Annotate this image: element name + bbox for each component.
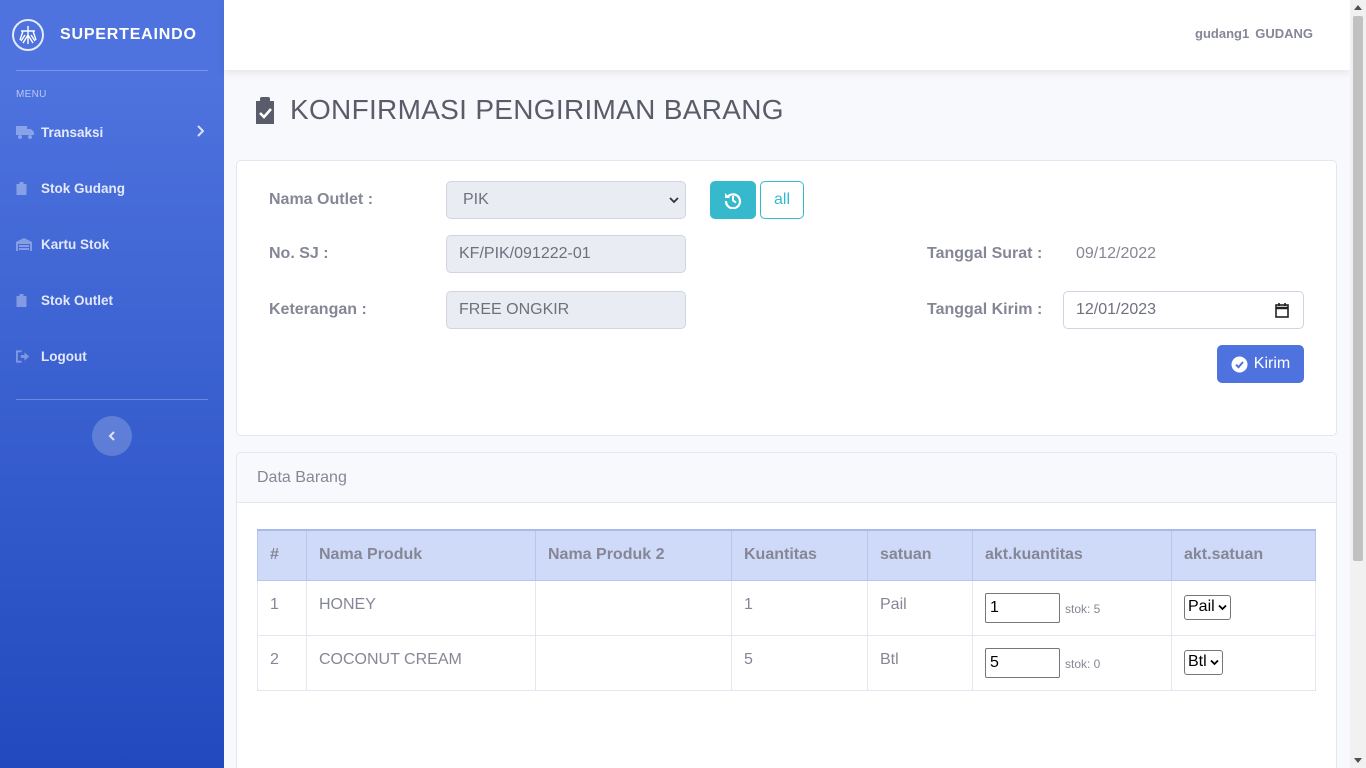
actual-quantity-input[interactable]: 5	[985, 647, 1060, 678]
page-title: KONFIRMASI PENGIRIMAN BARANG	[290, 94, 784, 125]
sj-field[interactable]: KF/PIK/091222-01	[446, 235, 686, 273]
sidebar-divider	[16, 70, 208, 71]
tanggal-surat-value: 09/12/2022	[1076, 245, 1157, 262]
actual-quantity-cell: 5 stok: 0	[972, 634, 1172, 691]
kirim-button[interactable]: Kirim	[1217, 345, 1304, 383]
product-name-2	[535, 634, 732, 691]
sign-out-icon	[16, 349, 34, 363]
actual-quantity-input[interactable]: 1	[985, 592, 1060, 623]
actual-quantity-cell: 1 stok: 5	[972, 579, 1172, 636]
product-name-2	[535, 579, 732, 636]
sidebar-item-label: Transaksi	[41, 124, 104, 140]
sidebar-item-label: Logout	[41, 348, 87, 364]
scrollbar-thumb[interactable]	[1353, 16, 1363, 561]
sidebar-item-stok-gudang[interactable]: Stok Gudang	[16, 176, 208, 200]
quantity: 5	[731, 634, 868, 691]
tanggal-kirim-label: Tanggal Kirim :	[927, 301, 1043, 318]
column-header: Nama Produk 2	[535, 529, 732, 581]
page-header: KONFIRMASI PENGIRIMAN BARANG	[254, 94, 784, 126]
all-button[interactable]: all	[760, 181, 804, 219]
column-header: akt.kuantitas	[972, 529, 1172, 581]
truck-icon	[16, 125, 34, 139]
warehouse-icon	[16, 237, 34, 251]
scroll-up-arrow-icon[interactable]	[1354, 5, 1362, 10]
sidebar: SUPERTEAINDO MENU Transaksi Stok Gudang …	[0, 0, 224, 768]
actual-unit-cell: Btl	[1171, 634, 1316, 691]
outlet-select-value: PIK	[463, 191, 489, 208]
sidebar-item-label: Kartu Stok	[41, 236, 110, 252]
sidebar-item-label: Stok Outlet	[41, 292, 114, 308]
brand-name: SUPERTEAINDO	[60, 26, 197, 43]
table-header-row: # Nama Produk Nama Produk 2 Kuantitas sa…	[257, 529, 1316, 581]
tanggal-surat-label: Tanggal Surat :	[927, 245, 1043, 262]
unit: Btl	[867, 634, 973, 691]
user-menu[interactable]: gudang1 GUDANG	[1195, 26, 1313, 41]
calendar-icon	[1275, 302, 1289, 318]
clipboard-icon	[16, 293, 34, 307]
actual-unit-value: Btl	[1188, 653, 1207, 670]
stock-note: stok: 5	[1065, 601, 1101, 616]
actual-unit-select[interactable]: Pail	[1184, 594, 1231, 620]
sidebar-divider	[16, 399, 208, 400]
tanggal-kirim-input[interactable]: 12/01/2023	[1063, 291, 1304, 329]
tanggal-kirim-value: 12/01/2023	[1076, 301, 1157, 318]
data-table: # Nama Produk Nama Produk 2 Kuantitas sa…	[257, 529, 1316, 691]
username: gudang1	[1195, 26, 1250, 41]
quantity: 1	[731, 579, 868, 636]
table-row: 2 COCONUT CREAM 5 Btl 5 stok: 0 Btl	[257, 634, 1316, 691]
brand-logo-icon	[12, 19, 44, 51]
column-header: satuan	[867, 529, 973, 581]
chevron-left-icon	[108, 431, 115, 441]
chevron-down-icon	[1218, 604, 1227, 610]
sidebar-heading: MENU	[16, 89, 47, 100]
user-role: GUDANG	[1255, 26, 1313, 41]
chevron-right-icon	[197, 125, 204, 137]
sidebar-item-transaksi[interactable]: Transaksi	[16, 120, 208, 144]
chevron-down-icon	[1210, 659, 1219, 665]
column-header: akt.satuan	[1171, 529, 1316, 581]
row-number: 2	[257, 634, 307, 691]
sidebar-item-stok-outlet[interactable]: Stok Outlet	[16, 288, 208, 312]
table-row: 1 HONEY 1 Pail 1 stok: 5 Pail	[257, 579, 1316, 636]
keterangan-label: Keterangan :	[269, 301, 367, 318]
clipboard-icon	[16, 181, 34, 195]
outlet-select[interactable]: PIK	[446, 181, 686, 219]
sidebar-item-kartu-stok[interactable]: Kartu Stok	[16, 232, 208, 256]
brand[interactable]: SUPERTEAINDO	[12, 18, 197, 52]
outlet-label: Nama Outlet :	[269, 191, 374, 208]
chevron-down-icon	[669, 197, 679, 204]
actual-unit-cell: Pail	[1171, 579, 1316, 636]
sj-label: No. SJ :	[269, 245, 329, 262]
topbar: gudang1 GUDANG	[224, 0, 1350, 70]
sidebar-item-logout[interactable]: Logout	[16, 344, 208, 368]
column-header: Nama Produk	[306, 529, 536, 581]
column-header: Kuantitas	[731, 529, 868, 581]
keterangan-field[interactable]: FREE ONGKIR	[446, 291, 686, 329]
scroll-down-arrow-icon[interactable]	[1354, 758, 1362, 763]
history-button[interactable]	[710, 181, 756, 219]
data-card-title: Data Barang	[237, 453, 1336, 503]
product-name: COCONUT CREAM	[306, 634, 536, 691]
kirim-label: Kirim	[1253, 355, 1291, 372]
row-number: 1	[257, 579, 307, 636]
check-circle-icon	[1231, 356, 1248, 372]
history-icon	[724, 193, 742, 209]
stock-note: stok: 0	[1065, 656, 1101, 671]
actual-unit-select[interactable]: Btl	[1184, 649, 1223, 675]
sidebar-item-label: Stok Gudang	[41, 180, 125, 196]
sidebar-toggle-button[interactable]	[92, 416, 132, 456]
product-name: HONEY	[306, 579, 536, 636]
page-scrollbar[interactable]	[1350, 0, 1366, 768]
column-header: #	[257, 529, 307, 581]
clipboard-check-icon	[256, 97, 274, 124]
unit: Pail	[867, 579, 973, 636]
actual-unit-value: Pail	[1188, 598, 1215, 615]
